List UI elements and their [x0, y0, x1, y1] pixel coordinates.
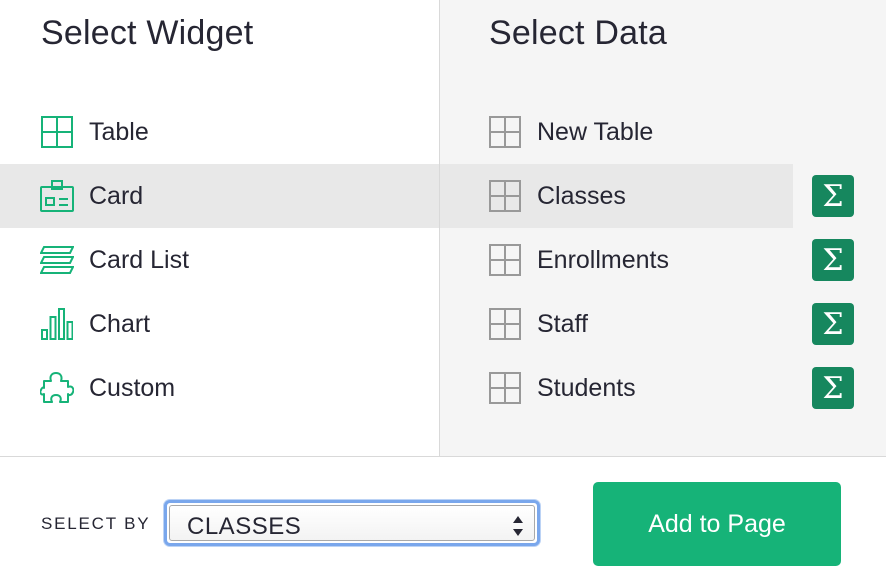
summary-button-staff[interactable]: Σ	[812, 303, 854, 345]
summary-button-enrollments[interactable]: Σ	[812, 239, 854, 281]
widget-panel: Select Widget Table Card Card List Chart…	[0, 0, 440, 456]
table-widget-icon	[40, 115, 74, 149]
data-panel-heading: Select Data	[489, 14, 667, 52]
widget-list: Table Card Card List Chart Custom	[0, 100, 439, 420]
select-by-field: CLASSES	[169, 505, 535, 541]
table-icon	[488, 179, 522, 213]
data-panel: Select Data New Table Classes Enrollment…	[440, 0, 886, 456]
table-icon	[488, 371, 522, 405]
select-by-dropdown[interactable]: CLASSES	[164, 500, 540, 546]
custom-widget-icon	[40, 371, 74, 405]
select-by-label: SELECT BY	[41, 514, 151, 533]
summary-button-students[interactable]: Σ	[812, 367, 854, 409]
data-item-classes[interactable]: Classes	[440, 164, 793, 228]
select-by-value: CLASSES	[187, 513, 302, 540]
widget-item-card-list[interactable]: Card List	[0, 228, 439, 292]
widget-item-card[interactable]: Card	[0, 164, 439, 228]
card-widget-icon	[40, 179, 74, 213]
table-icon	[488, 307, 522, 341]
widget-item-label: Card List	[89, 245, 190, 274]
widget-item-label: Table	[89, 117, 149, 146]
summary-button-classes[interactable]: Σ	[812, 175, 854, 217]
data-item-label: New Table	[537, 117, 654, 146]
add-to-page-button[interactable]: Add to Page	[593, 482, 841, 566]
chart-widget-icon	[40, 307, 74, 341]
widget-item-label: Chart	[89, 309, 151, 338]
data-item-new-table[interactable]: New Table	[440, 100, 886, 164]
widget-item-label: Custom	[89, 373, 176, 402]
widget-item-table[interactable]: Table	[0, 100, 439, 164]
table-icon	[488, 243, 522, 277]
data-item-label: Students	[537, 373, 636, 402]
table-icon	[488, 115, 522, 149]
picker-footer: SELECT BY CLASSES Add to Page	[0, 456, 886, 586]
picker-panels: Select Widget Table Card Card List Chart…	[0, 0, 886, 456]
updown-arrows-icon	[512, 513, 524, 539]
data-item-label: Classes	[537, 181, 626, 210]
data-item-label: Enrollments	[537, 245, 669, 274]
widget-panel-heading: Select Widget	[41, 14, 254, 52]
widget-item-chart[interactable]: Chart	[0, 292, 439, 356]
widget-item-label: Card	[89, 181, 144, 210]
card-list-widget-icon	[40, 243, 74, 277]
data-item-label: Staff	[537, 309, 588, 338]
widget-item-custom[interactable]: Custom	[0, 356, 439, 420]
